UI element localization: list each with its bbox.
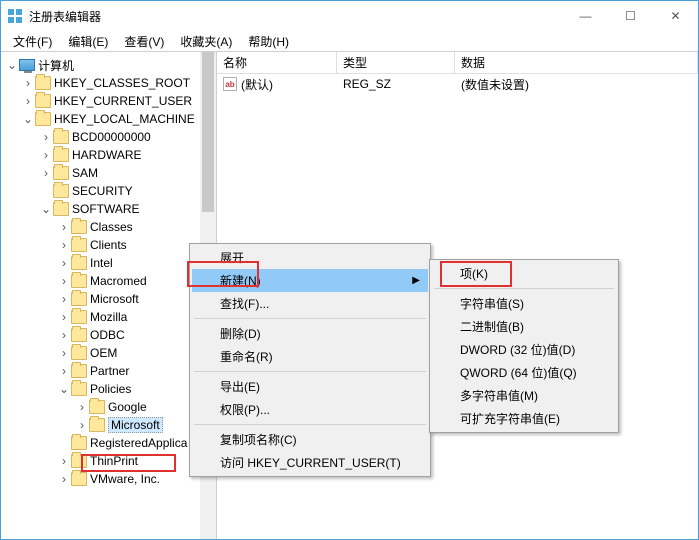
tree-policies[interactable]: ⌄Policies xyxy=(1,380,216,398)
separator xyxy=(194,371,426,372)
menu-edit[interactable]: 编辑(E) xyxy=(60,31,116,52)
folder-icon xyxy=(53,184,69,198)
context-submenu-new: 项(K) 字符串值(S) 二进制值(B) DWORD (32 位)值(D) QW… xyxy=(429,259,619,433)
ctx-export[interactable]: 导出(E) xyxy=(192,375,428,398)
tree-computer[interactable]: ⌄计算机 xyxy=(1,56,216,74)
window-controls: ― ☐ ✕ xyxy=(563,1,698,31)
tree-intel[interactable]: ›Intel xyxy=(1,254,216,272)
ctx-rename[interactable]: 重命名(R) xyxy=(192,345,428,368)
folder-icon xyxy=(35,94,51,108)
ctx-goto-hkcu[interactable]: 访问 HKEY_CURRENT_USER(T) xyxy=(192,451,428,474)
tree-vmware[interactable]: ›VMware, Inc. xyxy=(1,470,216,488)
tree-hardware[interactable]: ›HARDWARE xyxy=(1,146,216,164)
folder-icon xyxy=(71,274,87,288)
folder-icon xyxy=(53,130,69,144)
folder-icon xyxy=(71,436,87,450)
list-header: 名称 类型 数据 xyxy=(217,52,698,74)
tree-hkcr[interactable]: ›HKEY_CLASSES_ROOT xyxy=(1,74,216,92)
folder-icon xyxy=(53,148,69,162)
close-button[interactable]: ✕ xyxy=(653,1,698,31)
tree-partner[interactable]: ›Partner xyxy=(1,362,216,380)
folder-icon xyxy=(71,238,87,252)
folder-icon xyxy=(89,418,105,432)
folder-icon xyxy=(71,364,87,378)
tree-sam[interactable]: ›SAM xyxy=(1,164,216,182)
context-menu: 展开 新建(N)▶ 查找(F)... 删除(D) 重命名(R) 导出(E) 权限… xyxy=(189,243,431,477)
tree-odbc[interactable]: ›ODBC xyxy=(1,326,216,344)
col-data[interactable]: 数据 xyxy=(455,52,698,73)
separator xyxy=(194,424,426,425)
tree-mozilla[interactable]: ›Mozilla xyxy=(1,308,216,326)
menu-view[interactable]: 查看(V) xyxy=(116,31,172,52)
titlebar: 注册表编辑器 ― ☐ ✕ xyxy=(1,1,698,31)
ctx-new-binary[interactable]: 二进制值(B) xyxy=(432,315,616,338)
ctx-new-multi[interactable]: 多字符串值(M) xyxy=(432,384,616,407)
value-name: (默认) xyxy=(241,76,273,93)
ctx-permissions[interactable]: 权限(P)... xyxy=(192,398,428,421)
submenu-arrow-icon: ▶ xyxy=(412,275,420,286)
tree-hkcu[interactable]: ›HKEY_CURRENT_USER xyxy=(1,92,216,110)
menu-favorites[interactable]: 收藏夹(A) xyxy=(172,31,240,52)
tree-pane[interactable]: ⌄计算机 ›HKEY_CLASSES_ROOT ›HKEY_CURRENT_US… xyxy=(1,52,217,539)
tree-microsoft[interactable]: ›Microsoft xyxy=(1,290,216,308)
tree-macromed[interactable]: ›Macromed xyxy=(1,272,216,290)
menu-help[interactable]: 帮助(H) xyxy=(240,31,297,52)
folder-icon xyxy=(71,220,87,234)
window-title: 注册表编辑器 xyxy=(29,8,563,25)
ctx-new-key[interactable]: 项(K) xyxy=(432,262,616,285)
tree-clients[interactable]: ›Clients xyxy=(1,236,216,254)
ctx-delete[interactable]: 删除(D) xyxy=(192,322,428,345)
folder-icon xyxy=(35,76,51,90)
minimize-button[interactable]: ― xyxy=(563,1,608,31)
menu-file[interactable]: 文件(F) xyxy=(5,31,60,52)
folder-icon xyxy=(53,166,69,180)
col-name[interactable]: 名称 xyxy=(217,52,337,73)
folder-icon xyxy=(35,112,51,126)
ctx-expand[interactable]: 展开 xyxy=(192,246,428,269)
tree-security[interactable]: ›SECURITY xyxy=(1,182,216,200)
tree-software[interactable]: ⌄SOFTWARE xyxy=(1,200,216,218)
tree-thinprint[interactable]: ›ThinPrint xyxy=(1,452,216,470)
tree-policies-microsoft[interactable]: ›Microsoft xyxy=(1,416,216,434)
ctx-copy-key-name[interactable]: 复制项名称(C) xyxy=(192,428,428,451)
app-icon xyxy=(7,8,23,24)
list-row[interactable]: ab (默认) REG_SZ (数值未设置) xyxy=(217,74,698,94)
folder-icon xyxy=(71,472,87,486)
ctx-new-string[interactable]: 字符串值(S) xyxy=(432,292,616,315)
ctx-new-qword[interactable]: QWORD (64 位)值(Q) xyxy=(432,361,616,384)
folder-icon xyxy=(71,328,87,342)
tree-regapp[interactable]: ›RegisteredApplica xyxy=(1,434,216,452)
tree-hklm[interactable]: ⌄HKEY_LOCAL_MACHINE xyxy=(1,110,216,128)
ctx-new[interactable]: 新建(N)▶ xyxy=(192,269,428,292)
tree-google[interactable]: ›Google xyxy=(1,398,216,416)
folder-icon xyxy=(71,256,87,270)
ctx-new-dword[interactable]: DWORD (32 位)值(D) xyxy=(432,338,616,361)
folder-icon xyxy=(53,202,69,216)
scrollbar-thumb[interactable] xyxy=(202,52,214,212)
folder-icon xyxy=(71,346,87,360)
ctx-new-expand[interactable]: 可扩充字符串值(E) xyxy=(432,407,616,430)
separator xyxy=(434,288,614,289)
tree-classes[interactable]: ›Classes xyxy=(1,218,216,236)
folder-icon xyxy=(71,382,87,396)
tree-oem[interactable]: ›OEM xyxy=(1,344,216,362)
computer-icon xyxy=(19,59,35,71)
tree-bcd[interactable]: ›BCD00000000 xyxy=(1,128,216,146)
menu-bar: 文件(F) 编辑(E) 查看(V) 收藏夹(A) 帮助(H) xyxy=(1,31,698,51)
folder-icon xyxy=(89,400,105,414)
folder-icon xyxy=(71,454,87,468)
value-data: (数值未设置) xyxy=(455,76,698,93)
ctx-find[interactable]: 查找(F)... xyxy=(192,292,428,315)
value-type: REG_SZ xyxy=(337,77,455,91)
separator xyxy=(194,318,426,319)
folder-icon xyxy=(71,292,87,306)
col-type[interactable]: 类型 xyxy=(337,52,455,73)
folder-icon xyxy=(71,310,87,324)
maximize-button[interactable]: ☐ xyxy=(608,1,653,31)
string-value-icon: ab xyxy=(223,77,237,91)
